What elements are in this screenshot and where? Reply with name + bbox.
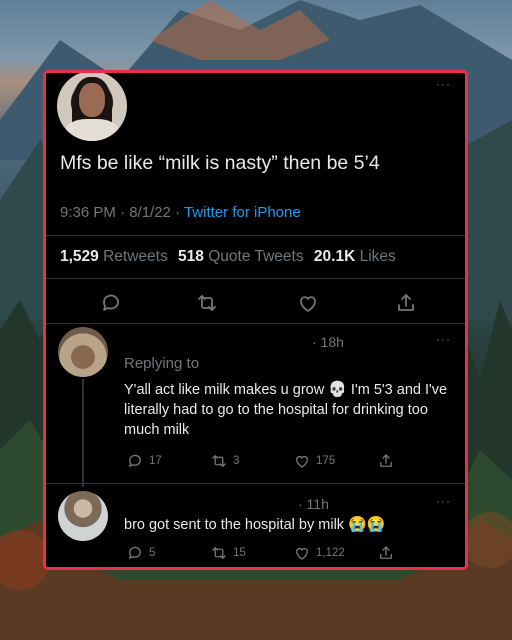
share-icon[interactable] [394,291,418,315]
author-avatar[interactable] [57,73,127,141]
reply-icon[interactable] [99,291,123,315]
like-button[interactable]: 175 [293,452,335,470]
tweet-source-link[interactable]: Twitter for iPhone [184,204,301,221]
tweet-timestamp: 9:36 PM · 8/1/22 · [60,204,184,221]
reply-time: · 11h [298,496,329,512]
like-button[interactable]: 1,122 [293,544,345,562]
reply-avatar[interactable] [58,327,108,377]
share-button[interactable] [377,544,395,562]
share-button[interactable] [377,452,395,470]
reply-text: Y'all act like milk makes u grow 💀 I'm 5… [124,381,448,438]
retweets-stat[interactable]: 1,529 Retweets [60,248,168,265]
tweet-stats: 1,529 Retweets 518 Quote Tweets 20.1K Li… [60,248,396,266]
more-options-icon[interactable]: ··· [436,77,451,91]
divider [46,278,465,279]
tweet-text: Mfs be like “milk is nasty” then be 5’4 [60,152,380,174]
tweet-actions [46,291,465,315]
more-options-icon[interactable]: ··· [436,494,451,508]
likes-stat[interactable]: 20.1K Likes [314,248,396,265]
divider [46,323,465,324]
retweet-icon[interactable] [195,291,219,315]
tweet-screenshot-card: ··· Mfs be like “milk is nasty” then be … [43,70,468,570]
quote-tweets-stat[interactable]: 518 Quote Tweets [178,248,304,265]
divider [46,483,465,484]
divider [46,235,465,236]
reply-button[interactable]: 17 [126,452,162,470]
more-options-icon[interactable]: ··· [436,332,451,346]
like-icon[interactable] [296,291,320,315]
tweet-meta: 9:36 PM · 8/1/22 · Twitter for iPhone [60,204,301,221]
retweet-button[interactable]: 15 [210,544,246,562]
retweet-button[interactable]: 3 [210,452,239,470]
reply-button[interactable]: 5 [126,544,155,562]
reply-text: bro got sent to the hospital by milk 😭😭 [124,516,386,533]
replying-to-label: Replying to [124,355,200,372]
reply-avatar[interactable] [58,491,108,541]
reply-time: · 18h [312,334,344,350]
thread-line [82,379,84,487]
